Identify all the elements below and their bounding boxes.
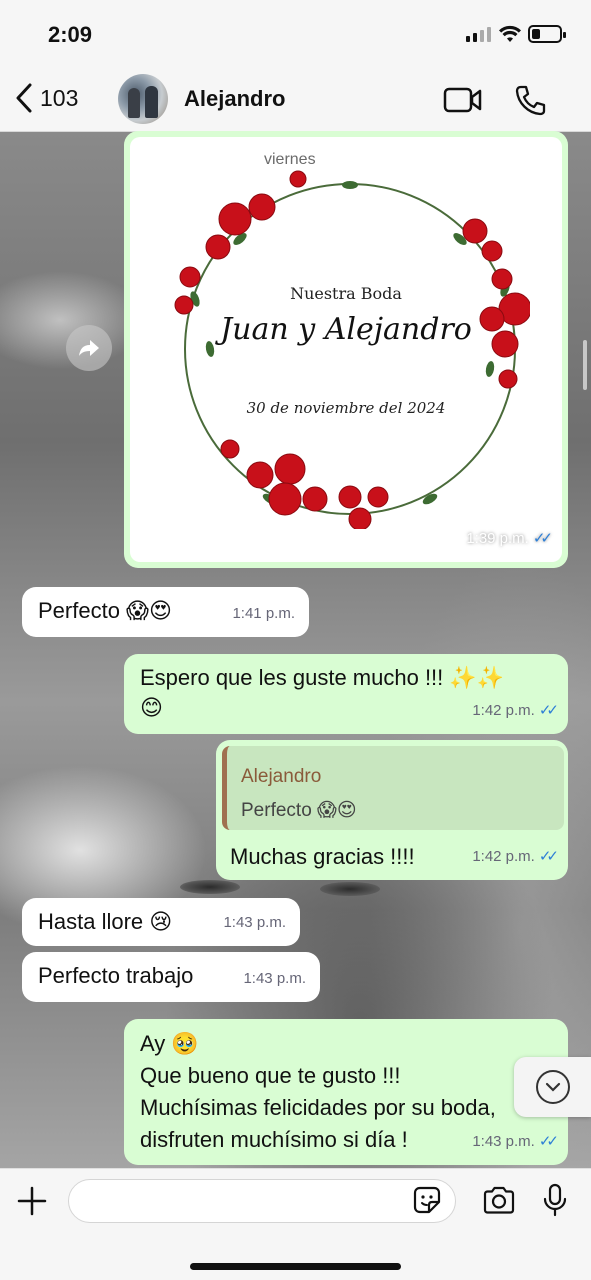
- reply-text: Perfecto 😱😍: [241, 800, 357, 821]
- unread-count: 103: [40, 84, 79, 111]
- reply-quote[interactable]: Alejandro Perfecto 😱😍: [222, 746, 564, 830]
- back-button[interactable]: 103: [14, 82, 78, 114]
- video-call-icon[interactable]: [443, 86, 483, 114]
- avatar[interactable]: [118, 74, 168, 124]
- message-meta: 1:43 p.m.: [243, 964, 306, 994]
- contact-name[interactable]: Alejandro: [184, 86, 285, 112]
- chevron-down-icon: [535, 1070, 570, 1104]
- wallpaper-detail: [320, 882, 380, 896]
- message-bubble-outgoing[interactable]: Ay 🥹 Que bueno que te gusto !!! Muchísim…: [124, 1019, 568, 1165]
- message-time: 1:43 p.m.: [472, 1133, 535, 1150]
- message-text: Hasta llore 😢: [38, 909, 173, 934]
- message-text: Muchísimas felicidades por su boda,: [140, 1095, 496, 1120]
- rose-wreath-icon: [174, 170, 530, 529]
- read-ticks-icon: ✓✓: [538, 1133, 559, 1150]
- message-input[interactable]: [68, 1179, 456, 1223]
- chevron-left-icon: [16, 83, 32, 113]
- message-text: Que bueno que te gusto !!!: [140, 1063, 401, 1088]
- read-ticks-icon: ✓✓: [532, 530, 553, 547]
- message-text: Espero que les guste mucho !!! ✨✨: [140, 665, 505, 690]
- read-ticks-icon: ✓✓: [538, 702, 559, 719]
- invitation-names: Juan y Alejandro: [220, 312, 472, 347]
- status-time: 2:09: [48, 22, 93, 47]
- message-time: 1:41 p.m.: [232, 605, 295, 622]
- wedding-invitation-image[interactable]: Nuestra Boda Juan y Alejandro 30 de novi…: [130, 137, 562, 562]
- message-text: Perfecto trabajo: [38, 963, 194, 988]
- camera-icon[interactable]: [482, 1185, 516, 1215]
- forward-icon: [79, 340, 99, 356]
- microphone-icon[interactable]: [542, 1183, 568, 1217]
- signal-icon: [466, 27, 491, 42]
- message-bubble-incoming[interactable]: Perfecto 😱😍 1:41 p.m.: [22, 587, 309, 637]
- message-time: 1:42 p.m.: [472, 848, 535, 865]
- chat-header: 103 Alejandro: [0, 70, 591, 132]
- message-meta: 1:42 p.m. ✓✓: [472, 696, 559, 726]
- message-text: 😊: [140, 695, 163, 720]
- message-meta: 1:41 p.m.: [232, 599, 295, 629]
- message-text: disfruten muchísimo si día !: [140, 1127, 408, 1152]
- message-time: 1:43 p.m.: [223, 914, 286, 931]
- wifi-icon: [499, 25, 521, 42]
- scroll-indicator[interactable]: [583, 340, 587, 390]
- message-bubble-outgoing[interactable]: Espero que les guste mucho !!! ✨✨ 😊 1:42…: [124, 654, 568, 734]
- message-meta: 1:43 p.m.: [223, 908, 286, 938]
- phone-icon[interactable]: [514, 84, 546, 116]
- date-separator: viernes: [258, 150, 322, 170]
- message-meta: 1:39 p.m. ✓✓: [466, 524, 553, 554]
- message-meta: 1:42 p.m. ✓✓: [472, 842, 559, 872]
- message-text: Muchas gracias !!!!: [230, 844, 415, 869]
- scroll-to-bottom-button[interactable]: [514, 1057, 591, 1117]
- forward-button[interactable]: [66, 325, 112, 371]
- reply-author: Alejandro: [241, 766, 322, 787]
- message-text: Ay 🥹: [140, 1031, 199, 1056]
- message-meta: 1:43 p.m. ✓✓: [472, 1127, 559, 1157]
- status-bar: 2:09: [0, 0, 591, 70]
- invitation-title: Nuestra Boda: [290, 284, 402, 303]
- invitation-date: 30 de noviembre del 2024: [246, 399, 446, 417]
- read-ticks-icon: ✓✓: [538, 848, 559, 865]
- message-bubble-outgoing-reply[interactable]: Alejandro Perfecto 😱😍 Muchas gracias !!!…: [216, 740, 568, 880]
- battery-icon: [528, 25, 566, 43]
- message-bubble-incoming[interactable]: Hasta llore 😢 1:43 p.m.: [22, 898, 300, 946]
- message-time: 1:39 p.m.: [466, 530, 529, 547]
- plus-icon[interactable]: [16, 1185, 48, 1217]
- message-bubble-incoming[interactable]: Perfecto trabajo 1:43 p.m.: [22, 952, 320, 1002]
- message-time: 1:42 p.m.: [472, 702, 535, 719]
- image-message[interactable]: Nuestra Boda Juan y Alejandro 30 de novi…: [124, 131, 568, 568]
- home-indicator[interactable]: [190, 1263, 401, 1270]
- message-input-bar: [0, 1168, 591, 1280]
- sticker-icon[interactable]: [412, 1185, 442, 1215]
- message-text: Perfecto 😱😍: [38, 598, 172, 623]
- wallpaper-detail: [180, 880, 240, 894]
- message-time: 1:43 p.m.: [243, 970, 306, 987]
